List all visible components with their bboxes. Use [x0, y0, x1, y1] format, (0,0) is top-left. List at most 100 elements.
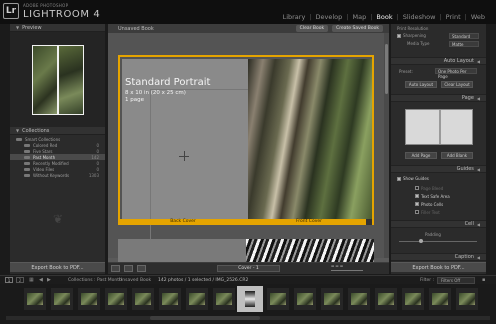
- checkbox[interactable]: [415, 210, 419, 214]
- show-guides-checkbox[interactable]: [397, 176, 401, 181]
- add-blank-button[interactable]: Add Blank: [441, 152, 473, 159]
- auto-layout-panel-header[interactable]: Auto Layout ◀: [391, 57, 486, 65]
- module-print[interactable]: Print: [443, 13, 464, 21]
- clear-book-button[interactable]: Clear Book: [295, 25, 329, 32]
- grid-view-icon[interactable]: ▦: [29, 277, 34, 283]
- create-saved-book-button[interactable]: Create Saved Book: [332, 25, 383, 32]
- page-panel-header[interactable]: Page ◀: [391, 94, 486, 102]
- filmstrip-thumbnail[interactable]: [456, 288, 478, 310]
- filmstrip-thumbnail-selected[interactable]: [237, 286, 263, 312]
- sharpening-row: Sharpening: [397, 33, 426, 38]
- filmstrip-thumbnail[interactable]: [321, 288, 343, 310]
- print-resolution-label: Print Resolution: [397, 26, 429, 31]
- add-page-button[interactable]: Add Page: [405, 152, 437, 159]
- module-book[interactable]: Book: [373, 13, 395, 21]
- filmstrip-book-name: Unsaved Book: [119, 278, 152, 283]
- filmstrip-thumbnail[interactable]: [213, 288, 235, 310]
- filmstrip-thumbnail[interactable]: [294, 288, 316, 310]
- front-cover-photo[interactable]: [248, 59, 372, 219]
- filmstrip-thumbnail[interactable]: [429, 288, 451, 310]
- collection-count: 142: [91, 154, 99, 160]
- sharpening-checkbox[interactable]: [397, 33, 401, 38]
- padding-slider-thumb[interactable]: [419, 239, 423, 243]
- filter-lock-icon[interactable]: ▪: [482, 277, 485, 283]
- preset-label: Preset:: [399, 69, 413, 74]
- filmstrip-thumbnail[interactable]: [267, 288, 289, 310]
- guide-photo-cells[interactable]: Photo Cells: [415, 200, 450, 208]
- collection-smart-collections[interactable]: Smart Collections: [10, 136, 105, 142]
- guide-text-safe-area[interactable]: Text Safe Area: [415, 192, 450, 200]
- filmstrip-thumbnail[interactable]: [132, 288, 154, 310]
- multi-page-view-icon[interactable]: [111, 265, 120, 272]
- checkbox[interactable]: [415, 202, 419, 206]
- auto-layout-button[interactable]: Auto Layout: [405, 81, 437, 88]
- filmstrip-thumbnail[interactable]: [186, 288, 208, 310]
- cover-spread[interactable]: Standard Portrait 8 x 10 in (20 x 25 cm)…: [118, 55, 374, 249]
- back-arrow-icon[interactable]: ◀: [39, 277, 43, 283]
- page-2-button[interactable]: 2: [16, 277, 24, 283]
- collapse-triangle-icon: ◀: [476, 95, 480, 101]
- guide-filler-text[interactable]: Filler Text: [415, 208, 450, 216]
- filmstrip-thumbnail[interactable]: [24, 288, 46, 310]
- thumbnail-image: [324, 293, 340, 305]
- filmstrip-thumbnail[interactable]: [78, 288, 100, 310]
- page-menu-icon[interactable]: [366, 219, 372, 225]
- workspace-scrollbar-thumb[interactable]: [385, 44, 388, 94]
- collections-panel-header[interactable]: ▼ Collections: [10, 127, 105, 135]
- show-guides-label: Show Guides: [403, 176, 429, 181]
- page-selector[interactable]: Cover - 1: [217, 265, 280, 272]
- spread-view: Standard Portrait 8 x 10 in (20 x 25 cm)…: [108, 33, 389, 271]
- book-size: 8 x 10 in (20 x 25 cm): [125, 90, 186, 96]
- filmstrip-thumbnail[interactable]: [402, 288, 424, 310]
- filmstrip-thumbnail[interactable]: [375, 288, 397, 310]
- cell-panel-header[interactable]: Cell ◀: [391, 220, 486, 228]
- filmstrip-thumbnail[interactable]: [105, 288, 127, 310]
- forward-arrow-icon[interactable]: ▶: [47, 277, 51, 283]
- export-book-to-pdf-button[interactable]: Export Book to PDF...: [391, 262, 486, 272]
- checkbox[interactable]: [415, 194, 419, 198]
- padding-slider[interactable]: [399, 241, 477, 242]
- guides-panel-header[interactable]: Guides ◀: [391, 165, 486, 173]
- smart-collection-icon: [24, 149, 30, 153]
- export-book-to-pdf-button-left[interactable]: Export Book to PDF...: [10, 262, 105, 272]
- filmstrip-breadcrumb[interactable]: Collections : Past Month: [68, 278, 122, 283]
- book-header-bar: Unsaved Book Clear Book Create Saved Boo…: [108, 24, 389, 33]
- preview-panel-header[interactable]: ▼ Preview: [10, 24, 105, 32]
- thumbnail-image: [189, 293, 205, 305]
- checkbox[interactable]: [415, 186, 419, 190]
- module-library[interactable]: Library: [280, 13, 309, 21]
- collapse-triangle-icon: ▼: [16, 25, 20, 30]
- page-1-button[interactable]: 1: [5, 277, 13, 283]
- filmstrip-thumbnail[interactable]: [159, 288, 181, 310]
- filter-select[interactable]: Filters Off: [437, 277, 475, 284]
- caption-panel-header[interactable]: Caption ◀: [391, 253, 486, 261]
- module-picker: Library | Develop | Map | Book | Slidesh…: [280, 13, 488, 21]
- single-page-view-icon[interactable]: [137, 265, 146, 272]
- guide-page-bleed[interactable]: Page Bleed: [415, 184, 450, 192]
- preset-select[interactable]: One Photo Per Page: [435, 68, 477, 79]
- media-type-label: Media Type: [407, 41, 430, 46]
- module-slideshow[interactable]: Slideshow: [400, 13, 439, 21]
- collection-without-keywords[interactable]: Without Keywords 1303: [10, 172, 105, 178]
- collection-name: Colored Red: [33, 142, 58, 148]
- panel-end-ornament-icon: ❦: [52, 212, 64, 226]
- filmstrip-scrollbar-thumb[interactable]: [150, 316, 260, 320]
- media-type-select[interactable]: Matte: [449, 41, 479, 47]
- module-map[interactable]: Map: [349, 13, 369, 21]
- module-develop[interactable]: Develop: [313, 13, 346, 21]
- filmstrip-thumbnail[interactable]: [51, 288, 73, 310]
- filmstrip-thumbnail[interactable]: [348, 288, 370, 310]
- collection-count: 0: [96, 148, 99, 154]
- book-title: Standard Portrait: [125, 77, 211, 88]
- cell-panel-title: Cell: [464, 221, 474, 227]
- zoom-slider[interactable]: [331, 270, 363, 271]
- thumbnail-image: [162, 293, 178, 305]
- filmstrip-photo-info[interactable]: 142 photos / 1 selected / IMG_2526.CR2: [158, 278, 248, 283]
- spread-view-icon[interactable]: [124, 265, 133, 272]
- clear-layout-button[interactable]: Clear Layout: [441, 81, 473, 88]
- module-web[interactable]: Web: [468, 13, 488, 21]
- page-template-preview[interactable]: [405, 109, 473, 145]
- collection-count: 0: [96, 166, 99, 172]
- sharpening-select[interactable]: Standard: [449, 33, 479, 39]
- collection-name: Video Files: [33, 166, 55, 172]
